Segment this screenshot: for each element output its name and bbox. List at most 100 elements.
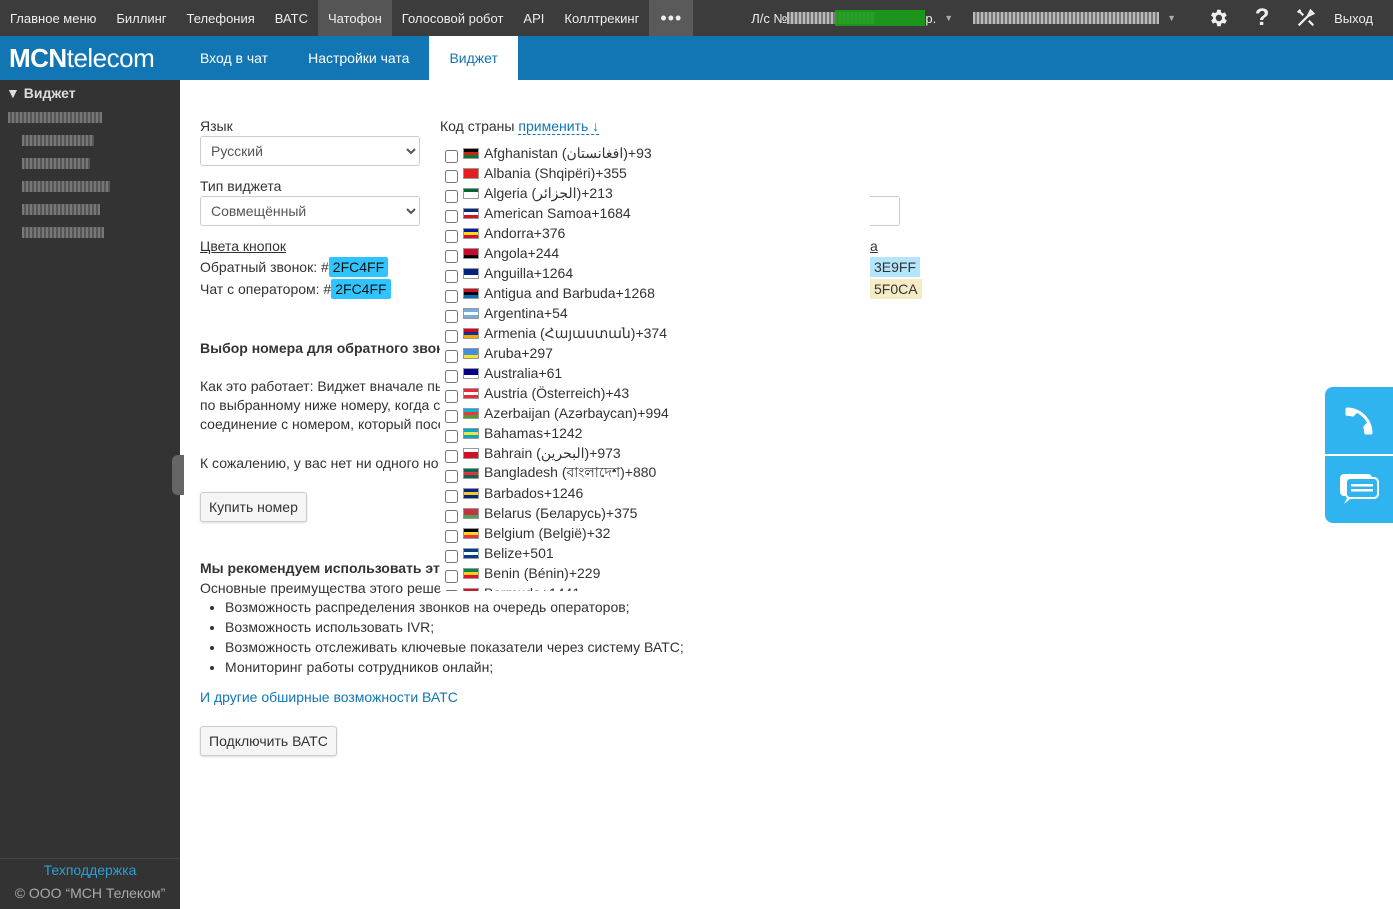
tab[interactable]: Настройки чата (288, 36, 429, 80)
support-link[interactable]: Техподдержка (0, 862, 180, 878)
country-label: American Samoa+1684 (484, 205, 631, 221)
country-checkbox[interactable] (445, 369, 458, 383)
country-option[interactable]: Aruba+297 (440, 343, 870, 363)
sidebar-section-widget[interactable]: ▼ Виджет (0, 80, 180, 106)
menu-item[interactable]: ВАТС (265, 0, 318, 36)
country-checkbox[interactable] (445, 229, 458, 243)
country-option[interactable]: Angola+244 (440, 243, 870, 263)
country-option[interactable]: Belgium (België)+32 (440, 523, 870, 543)
country-option[interactable]: Antigua and Barbuda+1268 (440, 283, 870, 303)
country-option[interactable]: Algeria (الجزائر)+213 (440, 183, 870, 203)
sidebar-item[interactable] (0, 221, 180, 244)
partial-link[interactable]: a (870, 238, 878, 254)
country-option[interactable]: Benin (Bénin)+229 (440, 563, 870, 583)
sidebar-collapse-handle[interactable] (172, 455, 184, 495)
country-checkbox[interactable] (445, 309, 458, 323)
country-option[interactable]: Armenia (Հայաստան)+374 (440, 323, 870, 343)
recommend-title: Мы рекомендуем использовать эт (200, 560, 440, 576)
flag-icon (463, 327, 479, 339)
chat-color-input[interactable]: 2FC4FF (331, 279, 391, 299)
country-option[interactable]: Bahamas+1242 (440, 423, 870, 443)
connect-vats-button[interactable]: Подключить ВАТС (200, 726, 337, 756)
how-it-works-line-1: Как это работает: Виджет вначале пь (200, 378, 443, 394)
country-option[interactable]: Azerbaijan (Azərbaycan)+994 (440, 403, 870, 423)
country-checkbox[interactable] (445, 149, 458, 163)
tools-icon[interactable] (1284, 0, 1328, 36)
country-checkbox[interactable] (445, 249, 458, 263)
sidebar-item[interactable] (0, 129, 180, 152)
menu-item[interactable]: Главное меню (0, 0, 106, 36)
copyright: © ООО “МСН Телеком” (14, 885, 166, 901)
user-selector[interactable]: ▼ (973, 12, 1176, 24)
list-item: Возможность распределения звонков на оче… (225, 599, 684, 619)
menu-item[interactable]: Телефония (177, 0, 265, 36)
country-option[interactable]: Bangladesh (বাংলাদেশ)+880 (440, 463, 870, 483)
sidebar-item[interactable] (0, 152, 180, 175)
country-option[interactable]: American Samoa+1684 (440, 203, 870, 223)
country-checkbox[interactable] (445, 269, 458, 283)
country-dropdown-list[interactable]: Afghanistan (افغانستان)+93 Albania (Shqip… (440, 143, 870, 591)
country-option[interactable]: Argentina+54 (440, 303, 870, 323)
logo[interactable]: MCN telecom (0, 36, 180, 80)
chat-icon[interactable] (1325, 456, 1393, 523)
flag-icon (463, 487, 479, 499)
callback-color-input[interactable]: 2FC4FF (328, 257, 389, 277)
country-checkbox[interactable] (445, 409, 458, 423)
country-option[interactable]: Anguilla+1264 (440, 263, 870, 283)
country-option[interactable]: Austria (Österreich)+43 (440, 383, 870, 403)
more-features-link[interactable]: И другие обширные возможности ВАТС (200, 689, 458, 705)
sidebar-item[interactable] (0, 175, 180, 198)
country-checkbox[interactable] (445, 569, 458, 583)
balance-indicator (835, 10, 926, 26)
country-option[interactable]: Australia+61 (440, 363, 870, 383)
menu-item[interactable]: Голосовой робот (392, 0, 514, 36)
phone-icon[interactable] (1325, 387, 1393, 454)
country-checkbox[interactable] (445, 469, 458, 483)
country-option[interactable]: Andorra+376 (440, 223, 870, 243)
menu-item[interactable]: Биллинг (106, 0, 176, 36)
gear-icon[interactable] (1196, 0, 1240, 36)
country-checkbox[interactable] (445, 189, 458, 203)
flag-icon (463, 447, 479, 459)
partial-color-chip-2[interactable]: 5F0CA (870, 279, 922, 299)
buy-number-button[interactable]: Купить номер (200, 492, 307, 522)
flag-icon (463, 167, 479, 179)
country-checkbox[interactable] (445, 589, 458, 591)
more-menu-button[interactable]: ••• (649, 0, 694, 36)
country-option[interactable]: Barbados+1246 (440, 483, 870, 503)
sidebar-item[interactable] (0, 106, 180, 129)
country-checkbox[interactable] (445, 329, 458, 343)
country-checkbox[interactable] (445, 289, 458, 303)
tab[interactable]: Виджет (429, 36, 518, 80)
account-selector[interactable]: Л/с № р. ▼ (751, 10, 953, 26)
country-option[interactable]: Belarus (Беларусь)+375 (440, 503, 870, 523)
menu-item[interactable]: Коллтрекинг (554, 0, 649, 36)
tab[interactable]: Вход в чат (180, 36, 288, 80)
menu-item[interactable]: Чатофон (318, 0, 392, 36)
country-checkbox[interactable] (445, 349, 458, 363)
language-select[interactable]: Русский (200, 136, 420, 166)
country-checkbox[interactable] (445, 389, 458, 403)
country-checkbox[interactable] (445, 449, 458, 463)
country-option[interactable]: Bermuda+1441 (440, 583, 870, 591)
partial-color-chip-1[interactable]: 3E9FF (870, 257, 921, 277)
country-checkbox[interactable] (445, 169, 458, 183)
country-option[interactable]: Belize+501 (440, 543, 870, 563)
list-item: Мониторинг работы сотрудников онлайн; (225, 659, 684, 679)
country-option[interactable]: Afghanistan (افغانستان)+93 (440, 143, 870, 163)
logout-link[interactable]: Выход (1328, 11, 1393, 26)
country-checkbox[interactable] (445, 549, 458, 563)
country-checkbox[interactable] (445, 429, 458, 443)
country-option[interactable]: Bahrain (البحرين)+973 (440, 443, 870, 463)
country-checkbox[interactable] (445, 529, 458, 543)
menu-item[interactable]: API (513, 0, 554, 36)
sidebar-item-masked (22, 158, 90, 169)
country-option[interactable]: Albania (Shqipëri)+355 (440, 163, 870, 183)
country-apply-link[interactable]: применить ↓ (518, 118, 600, 135)
widget-type-select[interactable]: Совмещённый (200, 196, 420, 226)
sidebar-item[interactable] (0, 198, 180, 221)
country-checkbox[interactable] (445, 209, 458, 223)
country-checkbox[interactable] (445, 509, 458, 523)
help-icon[interactable]: ? (1240, 0, 1284, 36)
country-checkbox[interactable] (445, 489, 458, 503)
